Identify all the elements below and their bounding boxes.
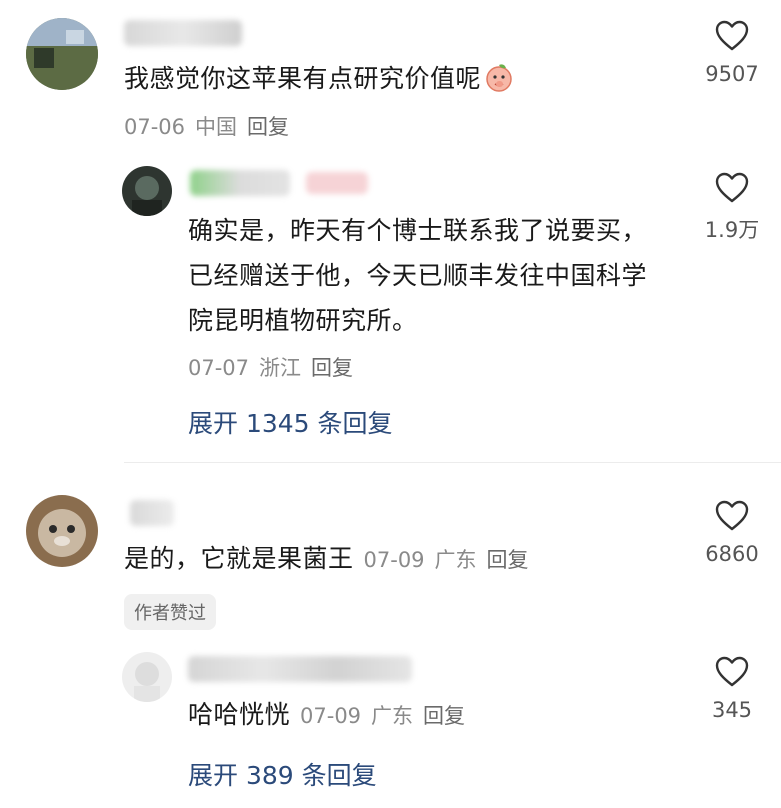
like-button[interactable]: 345 bbox=[696, 656, 768, 722]
like-count: 345 bbox=[711, 698, 753, 722]
comment-location: 中国 bbox=[195, 115, 238, 139]
comment-meta: 07-06 中国 回复 bbox=[124, 111, 299, 141]
expand-replies-button[interactable]: 展开 389 条回复 bbox=[188, 756, 377, 792]
comment-body: 我感觉你这苹果有点研究价值呢 bbox=[124, 64, 482, 93]
expand-replies-button[interactable]: 展开 1345 条回复 bbox=[188, 404, 393, 440]
like-count: 6860 bbox=[705, 542, 759, 566]
comment-line: 哈哈恍恍 07-09 广东 回复 bbox=[188, 692, 668, 740]
comment-text: 确实是，昨天有个博士联系我了说要买，已经赠送于他，今天已顺丰发往中国科学院昆明植… bbox=[188, 208, 666, 343]
avatar[interactable] bbox=[122, 166, 172, 216]
avatar[interactable] bbox=[122, 652, 172, 702]
username-blurred[interactable] bbox=[124, 20, 242, 46]
reply-button[interactable]: 回复 bbox=[311, 356, 353, 380]
peach-face-icon bbox=[483, 61, 515, 93]
divider bbox=[124, 462, 781, 463]
heart-icon bbox=[715, 500, 749, 531]
comment-body: 哈哈恍恍 bbox=[188, 700, 291, 729]
comment-location: 广东 bbox=[371, 704, 414, 728]
username-blurred[interactable] bbox=[188, 656, 412, 682]
reply-button[interactable]: 回复 bbox=[487, 548, 529, 572]
like-count: 1.9万 bbox=[704, 218, 760, 242]
avatar[interactable] bbox=[26, 18, 98, 90]
like-button[interactable]: 6860 bbox=[696, 500, 768, 566]
heart-icon bbox=[715, 172, 749, 203]
like-count: 9507 bbox=[705, 62, 759, 86]
like-button[interactable]: 1.9万 bbox=[696, 172, 768, 244]
comment-location: 广东 bbox=[434, 548, 477, 572]
reply-button[interactable]: 回复 bbox=[423, 704, 465, 728]
username-blurred[interactable] bbox=[130, 500, 174, 526]
comment-line: 是的，它就是果菌王 07-09 广东 回复 bbox=[124, 536, 684, 584]
comment-body: 是的，它就是果菌王 bbox=[124, 544, 354, 573]
comment-body: 确实是，昨天有个博士联系我了说要买，已经赠送于他，今天已顺丰发往中国科学院昆明植… bbox=[188, 216, 648, 335]
comment-location: 浙江 bbox=[259, 356, 302, 380]
comment-date: 07-09 bbox=[363, 548, 425, 572]
comment-date: 07-06 bbox=[124, 115, 186, 139]
heart-icon bbox=[715, 656, 749, 687]
comment-text: 我感觉你这苹果有点研究价值呢 bbox=[124, 56, 604, 101]
reply-button[interactable]: 回复 bbox=[247, 115, 289, 139]
avatar[interactable] bbox=[26, 495, 98, 567]
user-tag-blurred bbox=[306, 172, 368, 194]
like-button[interactable]: 9507 bbox=[696, 20, 768, 86]
username-blurred[interactable] bbox=[190, 170, 290, 196]
heart-icon bbox=[715, 20, 749, 51]
comment-meta: 07-07 浙江 回复 bbox=[188, 352, 363, 382]
comment-date: 07-09 bbox=[300, 704, 362, 728]
comment-date: 07-07 bbox=[188, 356, 250, 380]
author-liked-badge: 作者赞过 bbox=[124, 594, 216, 630]
